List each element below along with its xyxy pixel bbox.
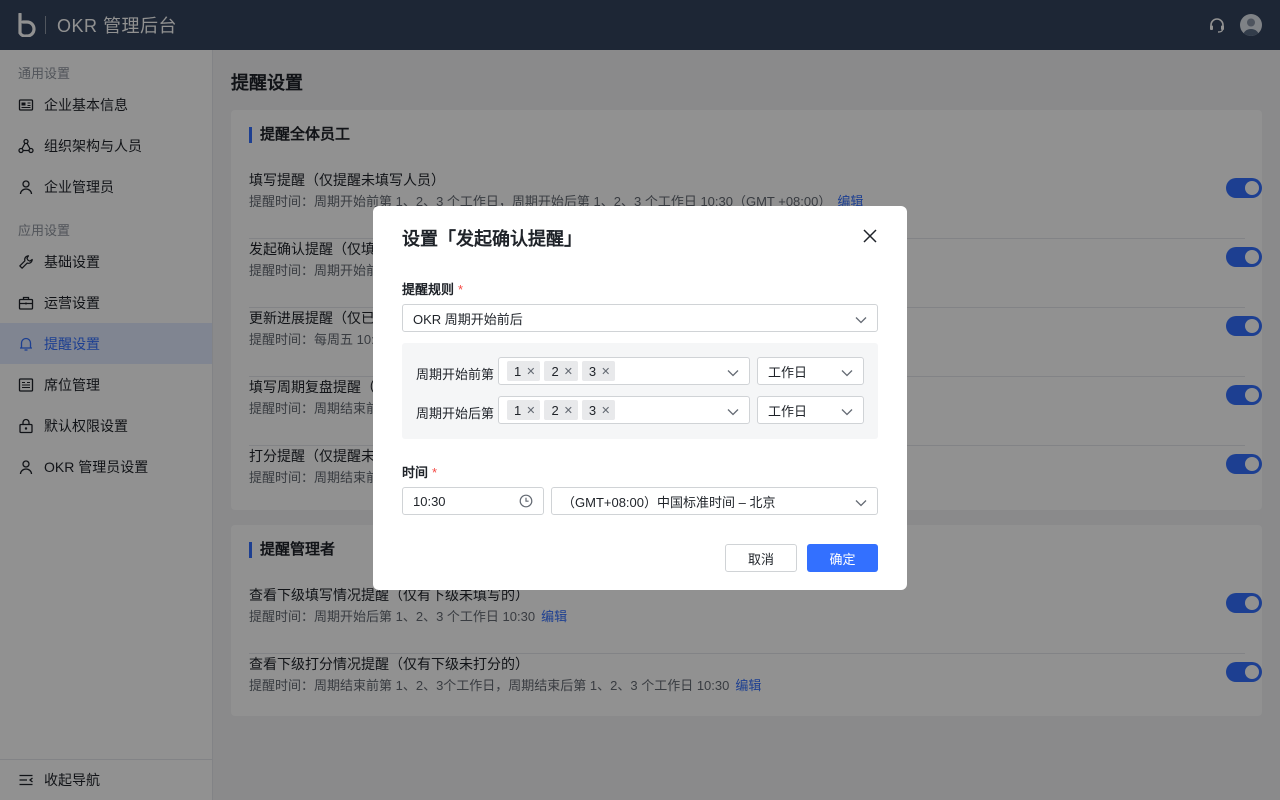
time-label: 时间 * xyxy=(402,462,437,481)
after-unit-select[interactable]: 工作日 xyxy=(757,396,864,424)
day-tag: 2 ✕ xyxy=(544,361,578,381)
tag-label: 3 xyxy=(588,363,597,379)
after-unit-value: 工作日 xyxy=(768,403,808,419)
confirm-button[interactable]: 确定 xyxy=(807,544,878,572)
day-tag: 1 ✕ xyxy=(507,361,541,381)
chevron-down-icon xyxy=(841,405,853,416)
after-days-multiselect[interactable]: 1 ✕ 2 ✕ 3 ✕ xyxy=(498,396,750,424)
rule-detail-box: 周期开始前第 1 ✕ 2 ✕ 3 ✕ 工作日 周期开始后第 1 ✕ 2 ✕ 3 ✕ 工作日 xyxy=(402,343,878,439)
tag-remove-icon[interactable]: ✕ xyxy=(564,404,573,417)
required-mark: * xyxy=(432,465,438,480)
reminder-settings-dialog: 设置「发起确认提醒」 提醒规则 * OKR 周期开始前后 周期开始前第 1 ✕ 2 ✕… xyxy=(373,206,907,590)
tag-label: 3 xyxy=(588,402,597,418)
chevron-down-icon xyxy=(855,313,867,324)
before-label: 周期开始前第 xyxy=(416,367,495,382)
day-tag: 3 ✕ xyxy=(581,361,616,381)
dialog-title: 设置「发起确认提醒」 xyxy=(402,229,582,249)
day-tag: 2 ✕ xyxy=(544,400,578,420)
tag-label: 2 xyxy=(551,363,559,379)
tag-label: 2 xyxy=(551,402,559,418)
timezone-value: （GMT+08:00）中国标准时间 – 北京 xyxy=(562,494,776,510)
tag-remove-icon[interactable]: ✕ xyxy=(564,365,573,378)
chevron-down-icon xyxy=(727,405,739,416)
rule-select[interactable]: OKR 周期开始前后 xyxy=(402,304,878,332)
day-tag: 3 ✕ xyxy=(581,400,616,420)
tag-remove-icon[interactable]: ✕ xyxy=(601,404,610,417)
before-unit-value: 工作日 xyxy=(768,364,808,380)
required-mark: * xyxy=(458,282,464,297)
timezone-select[interactable]: （GMT+08:00）中国标准时间 – 北京 xyxy=(551,487,878,515)
before-unit-select[interactable]: 工作日 xyxy=(757,357,864,385)
tag-remove-icon[interactable]: ✕ xyxy=(601,365,610,378)
tag-label: 1 xyxy=(514,363,522,379)
after-label: 周期开始后第 xyxy=(416,406,495,421)
chevron-down-icon xyxy=(727,366,739,377)
chevron-down-icon xyxy=(855,496,867,507)
close-icon[interactable] xyxy=(862,228,878,244)
cancel-button[interactable]: 取消 xyxy=(725,544,797,572)
day-tag: 1 ✕ xyxy=(507,400,541,420)
time-label-text: 时间 xyxy=(402,465,429,480)
before-days-multiselect[interactable]: 1 ✕ 2 ✕ 3 ✕ xyxy=(498,357,750,385)
tag-remove-icon[interactable]: ✕ xyxy=(526,404,535,417)
tag-remove-icon[interactable]: ✕ xyxy=(526,365,535,378)
rule-label-text: 提醒规则 xyxy=(402,282,455,297)
time-value: 10:30 xyxy=(413,493,446,509)
rule-label: 提醒规则 * xyxy=(402,279,463,298)
time-picker[interactable]: 10:30 xyxy=(402,487,544,515)
chevron-down-icon xyxy=(841,366,853,377)
rule-select-value: OKR 周期开始前后 xyxy=(413,311,523,327)
clock-icon xyxy=(519,494,533,508)
tag-label: 1 xyxy=(514,402,522,418)
